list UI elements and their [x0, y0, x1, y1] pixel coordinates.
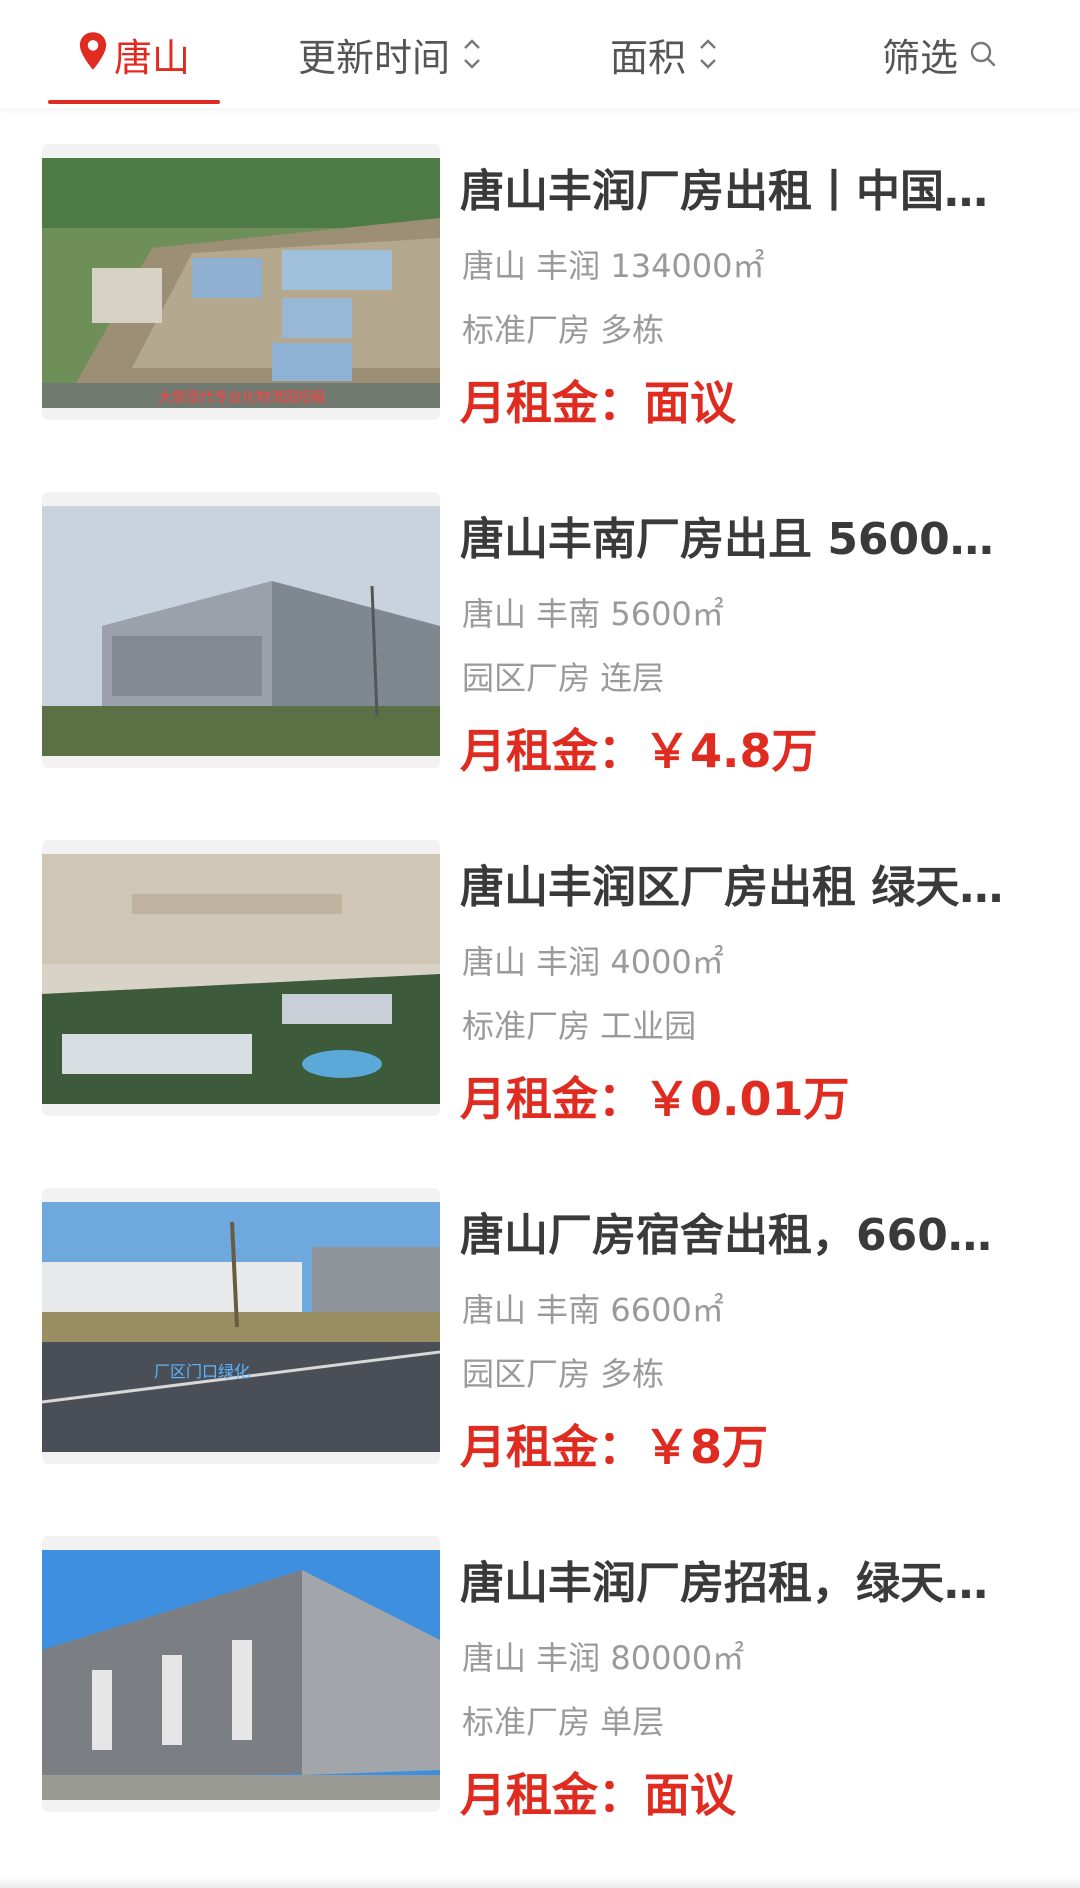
listing-card[interactable]: 唐山丰润区厂房出租 绿天… 唐山 丰润 4000㎡ 标准厂房 工业园 月租金：￥…: [0, 840, 1080, 1170]
sort-area-tab[interactable]: 面积: [610, 0, 720, 108]
listing-price: 月租金：￥8万: [460, 1420, 769, 1474]
listing-thumbnail[interactable]: [42, 1536, 440, 1812]
active-tab-underline: [48, 100, 220, 104]
listing-tags: 标准厂房 工业园: [462, 1007, 697, 1045]
listing-thumbnail[interactable]: 大型现代专业化物流园招租: [42, 144, 440, 420]
listing-tags: 标准厂房 多栋: [462, 311, 665, 349]
image-caption: 厂区门口绿化: [154, 1362, 250, 1381]
listing-thumbnail[interactable]: [42, 840, 440, 1116]
bottom-divider: [0, 1876, 1080, 1888]
listing-location: 唐山 丰润 134000㎡: [462, 247, 765, 285]
listing-title[interactable]: 唐山丰润区厂房出租 绿天…: [460, 856, 1020, 920]
listing-thumbnail[interactable]: 厂区门口绿化: [42, 1188, 440, 1464]
listing-location: 唐山 丰润 4000㎡: [462, 943, 724, 981]
sort-update-time-tab[interactable]: 更新时间: [298, 0, 484, 108]
listing-price: 月租金：面议: [460, 376, 736, 430]
listing-card[interactable]: 厂区门口绿化 唐山厂房宿舍出租，6600… 唐山 丰南 6600㎡ 园区厂房 多…: [0, 1188, 1080, 1518]
city-selector[interactable]: 唐山: [48, 0, 220, 108]
listing-price: 月租金：￥4.8万: [460, 724, 818, 778]
listing-card[interactable]: 大型现代专业化物流园招租 唐山丰润厂房出租丨中国… 唐山 丰润 134000㎡ …: [0, 144, 1080, 474]
listing-price: 月租金：￥0.01万: [460, 1072, 850, 1126]
listing-location: 唐山 丰润 80000㎡: [462, 1639, 745, 1677]
aerial-logistics-park-image: 大型现代专业化物流园招租: [42, 158, 440, 408]
filter-bar: 唐山 更新时间 面积 筛选: [0, 0, 1080, 108]
factory-building-image: [42, 506, 440, 756]
listing-tags: 标准厂房 单层: [462, 1703, 665, 1741]
listing-price: 月租金：面议: [460, 1768, 736, 1822]
listing-thumbnail[interactable]: [42, 492, 440, 768]
search-icon: [970, 41, 996, 67]
steel-warehouse-image: [42, 1550, 440, 1800]
listing-title[interactable]: 唐山丰润厂房出租丨中国…: [460, 160, 1020, 224]
listing-tags: 园区厂房 多栋: [462, 1355, 665, 1393]
update-time-label: 更新时间: [298, 35, 451, 80]
image-caption: 大型现代专业化物流园招租: [158, 390, 326, 406]
listing-location: 唐山 丰南 6600㎡: [462, 1291, 724, 1329]
listing-title[interactable]: 唐山丰南厂房出且 5600平…: [460, 508, 1020, 572]
industrial-park-model-image: [42, 854, 440, 1104]
listing-card[interactable]: 唐山丰南厂房出且 5600平… 唐山 丰南 5600㎡ 园区厂房 连层 月租金：…: [0, 492, 1080, 822]
city-label: 唐山: [113, 35, 190, 80]
filter-tab[interactable]: 筛选: [882, 0, 998, 108]
filter-label: 筛选: [882, 35, 959, 80]
listing-tags: 园区厂房 连层: [462, 659, 665, 697]
location-pin-icon: [79, 32, 107, 70]
listing-title[interactable]: 唐山厂房宿舍出租，6600…: [460, 1204, 1020, 1268]
listing-location: 唐山 丰南 5600㎡: [462, 595, 724, 633]
factory-entrance-image: 厂区门口绿化: [42, 1202, 440, 1452]
area-label: 面积: [610, 35, 687, 80]
listing-card[interactable]: 唐山丰润厂房招租，绿天… 唐山 丰润 80000㎡ 标准厂房 单层 月租金：面议: [0, 1536, 1080, 1866]
sort-arrows-icon: [700, 39, 716, 69]
listing-title[interactable]: 唐山丰润厂房招租，绿天…: [460, 1552, 1020, 1616]
sort-arrows-icon: [464, 39, 480, 69]
